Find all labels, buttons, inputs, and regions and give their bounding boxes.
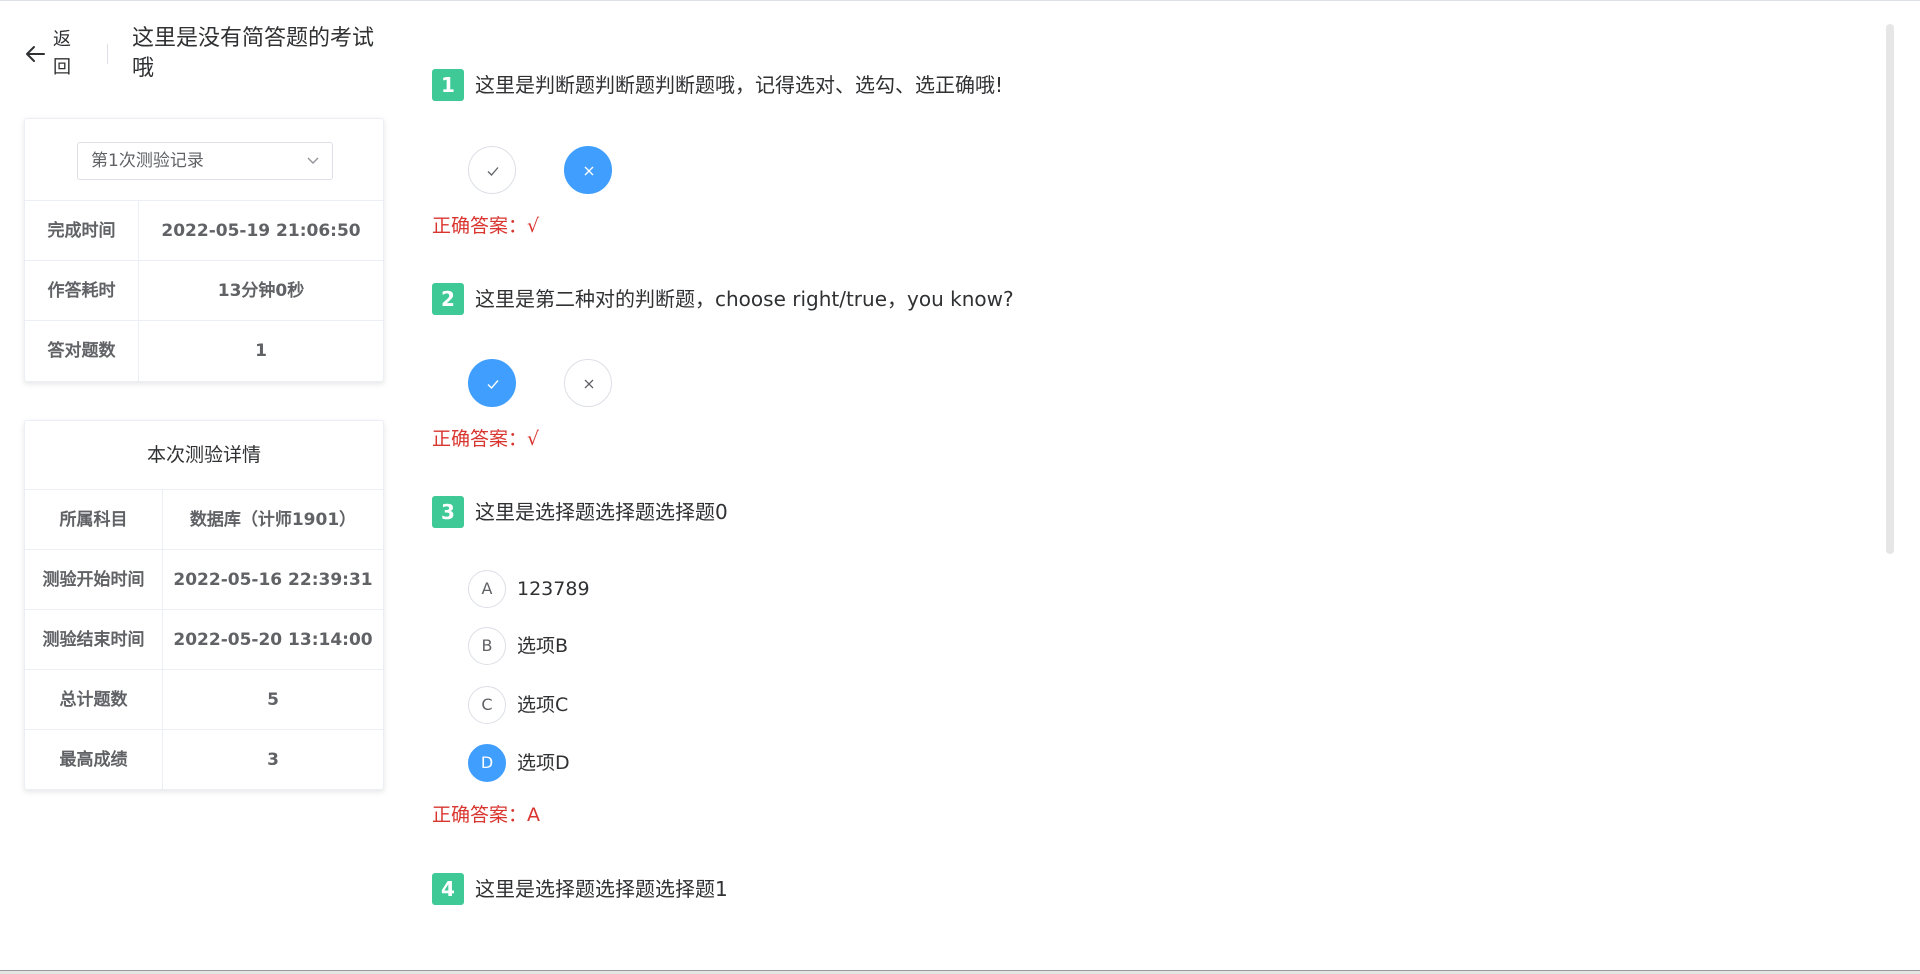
row-label: 完成时间 xyxy=(25,201,139,261)
detail-table: 所属科目 数据库（计师1901） 测验开始时间 2022-05-16 22:39… xyxy=(25,490,383,790)
question-number-badge: 4 xyxy=(432,873,464,905)
row-value: 3 xyxy=(267,750,279,770)
true-option-button[interactable] xyxy=(468,359,516,407)
option-text: 选项C xyxy=(517,694,569,716)
row-value: 5 xyxy=(267,690,279,710)
question-number-badge: 3 xyxy=(432,496,464,528)
table-row: 总计题数 5 xyxy=(25,670,383,730)
true-option-button[interactable] xyxy=(468,146,516,194)
exam-title: 这里是没有简答题的考试哦 xyxy=(132,26,375,81)
check-icon xyxy=(487,380,499,390)
table-row: 作答耗时 13分钟0秒 xyxy=(25,261,383,321)
option-letter: B xyxy=(468,627,506,665)
row-label: 答对题数 xyxy=(25,321,139,381)
row-label: 测验开始时间 xyxy=(25,550,163,610)
bottom-border xyxy=(0,970,1920,974)
row-label: 测验结束时间 xyxy=(25,610,163,670)
back-button[interactable]: 返回 xyxy=(24,26,80,82)
arrow-left-icon xyxy=(26,46,45,62)
row-value: 2022-05-20 13:14:00 xyxy=(173,630,373,650)
table-row: 测验结束时间 2022-05-20 13:14:00 xyxy=(25,610,383,670)
record-select-wrap: 第1次测验记录 xyxy=(25,119,383,201)
close-icon xyxy=(584,379,594,389)
record-select-value: 第1次测验记录 xyxy=(91,151,204,171)
question-text: 这里是选择题选择题选择题0 xyxy=(475,500,728,524)
question-text: 这里是第二种对的判断题，choose right/true，you know? xyxy=(475,287,1014,311)
back-label: 返回 xyxy=(53,29,71,78)
chevron-down-icon xyxy=(307,157,319,164)
table-row: 完成时间 2022-05-19 21:06:50 xyxy=(25,201,383,261)
header-divider xyxy=(107,44,108,64)
row-value: 2022-05-19 21:06:50 xyxy=(161,221,361,241)
option-text: 选项B xyxy=(517,635,569,657)
record-select[interactable]: 第1次测验记录 xyxy=(77,142,333,180)
question-text: 这里是选择题选择题选择题1 xyxy=(475,877,728,901)
false-option-button[interactable] xyxy=(564,359,612,407)
row-value: 数据库（计师1901） xyxy=(189,510,357,530)
correct-answer: 正确答案：√ xyxy=(432,428,540,450)
table-row: 最高成绩 3 xyxy=(25,730,383,790)
false-option-button[interactable] xyxy=(564,146,612,194)
table-row: 所属科目 数据库（计师1901） xyxy=(25,490,383,550)
option-letter: A xyxy=(468,570,506,608)
record-table: 完成时间 2022-05-19 21:06:50 作答耗时 13分钟0秒 答对题… xyxy=(25,201,383,381)
detail-card: 本次测验详情 所属科目 数据库（计师1901） 测验开始时间 2022-05-1… xyxy=(24,420,384,790)
option-text: 选项D xyxy=(517,752,570,774)
check-icon xyxy=(487,167,499,176)
table-row: 答对题数 1 xyxy=(25,321,383,381)
table-row: 测验开始时间 2022-05-16 22:39:31 xyxy=(25,550,383,610)
row-value: 1 xyxy=(255,341,267,361)
correct-answer: 正确答案：√ xyxy=(432,215,540,237)
question-number-badge: 1 xyxy=(432,69,464,101)
question-number-badge: 2 xyxy=(432,283,464,315)
row-value: 2022-05-16 22:39:31 xyxy=(173,570,373,590)
question-text: 这里是判断题判断题判断题哦，记得选对、选勾、选正确哦! xyxy=(475,73,1004,97)
row-label: 所属科目 xyxy=(25,490,163,550)
detail-card-title: 本次测验详情 xyxy=(25,421,383,490)
scrollbar[interactable] xyxy=(1886,24,1894,554)
row-label: 作答耗时 xyxy=(25,261,139,321)
top-border xyxy=(0,0,1920,1)
row-label: 总计题数 xyxy=(25,670,163,730)
row-label: 最高成绩 xyxy=(25,730,163,790)
correct-answer: 正确答案：A xyxy=(432,804,540,826)
option-text: 123789 xyxy=(517,578,590,600)
record-card: 第1次测验记录 完成时间 2022-05-19 21:06:50 作答耗时 13… xyxy=(24,118,384,382)
row-value: 13分钟0秒 xyxy=(217,281,305,301)
option-letter: C xyxy=(468,686,506,724)
option-letter: D xyxy=(468,744,506,782)
close-icon xyxy=(584,166,594,176)
